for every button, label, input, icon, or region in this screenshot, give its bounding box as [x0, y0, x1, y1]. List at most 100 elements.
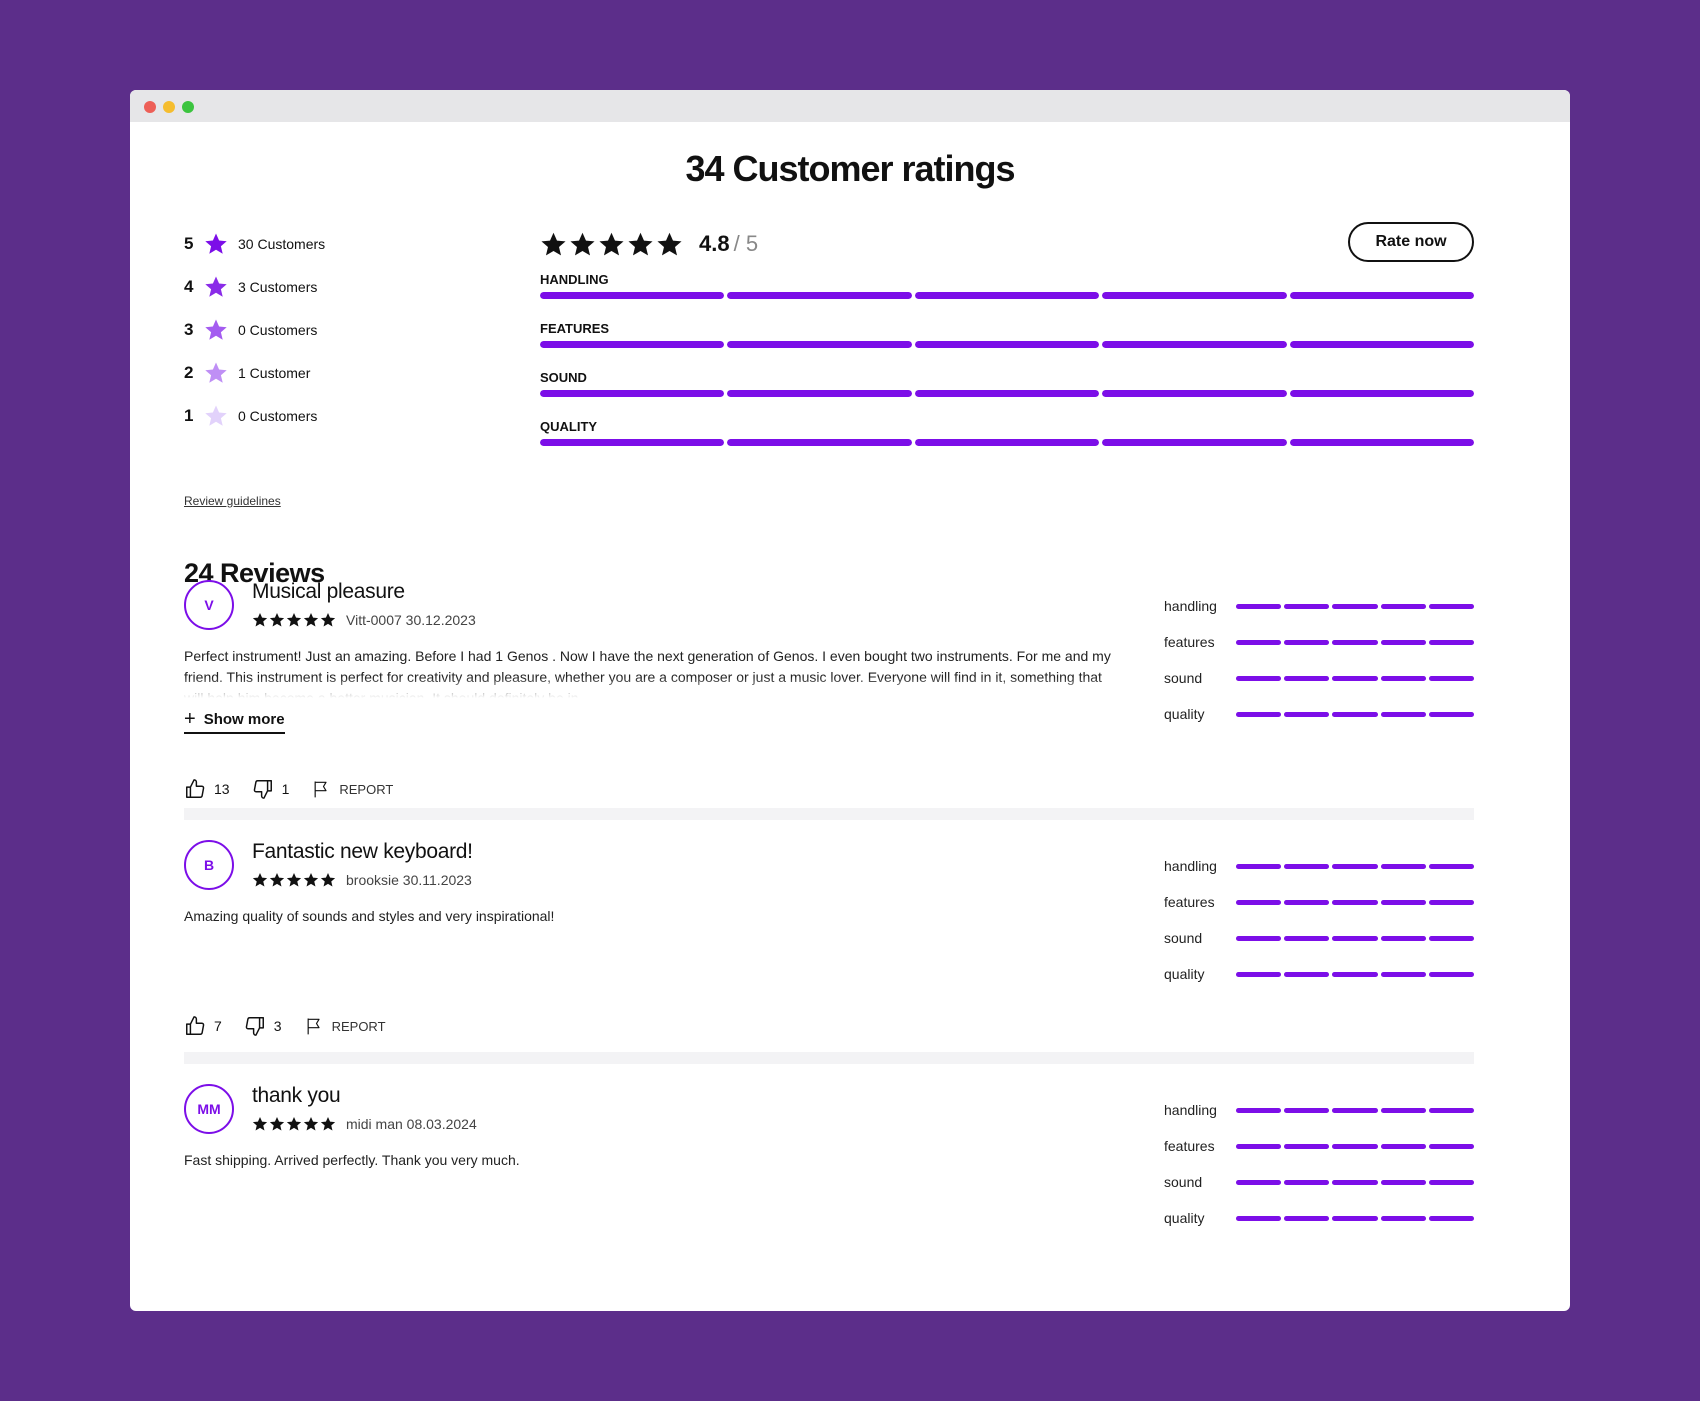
rating-bar-fill — [1236, 899, 1282, 905]
rating-bar-segment — [1428, 899, 1475, 905]
rating-bar-segment — [1284, 971, 1330, 977]
rating-bar-fill — [1102, 292, 1287, 299]
rating-distribution: 5 30 Customers 4 3 Customers 3 0 Custome… — [184, 222, 325, 437]
minimize-window-button[interactable] — [163, 101, 175, 113]
distribution-count: 0 Customers — [238, 407, 318, 424]
star-icon — [286, 1117, 302, 1131]
avatar: B — [184, 840, 234, 890]
rating-bar-fill — [1380, 1179, 1426, 1185]
average-rating: 4.8 — [699, 231, 730, 256]
rating-bar-segment — [1332, 1143, 1378, 1149]
rating-bar-segment — [1236, 863, 1282, 869]
distribution-star-number: 5 — [184, 233, 194, 253]
rating-bar-segment — [1428, 1179, 1475, 1185]
distribution-row[interactable]: 1 0 Customers — [184, 394, 325, 437]
distribution-row[interactable]: 5 30 Customers — [184, 222, 325, 265]
sub-rating-label: features — [1164, 634, 1215, 650]
rating-bar-fill — [1332, 935, 1378, 941]
rating-bar — [1236, 639, 1475, 645]
report-button[interactable]: REPORT — [311, 779, 393, 799]
show-more-button[interactable]: + Show more — [184, 709, 285, 734]
rating-bar-fill — [1332, 1107, 1378, 1113]
maximize-window-button[interactable] — [182, 101, 194, 113]
rating-bar-segment — [1284, 863, 1330, 869]
star-icon — [204, 231, 234, 257]
rating-bar-segment — [727, 341, 912, 348]
sub-rating-quality: quality — [1164, 956, 1475, 992]
rating-max: / 5 — [733, 231, 759, 256]
overall-rating: 4.8 / 5 Rate now HANDLING FEATURES SOUND QU… — [540, 222, 1475, 468]
star-icon — [269, 1117, 285, 1131]
rating-bar-fill — [1380, 863, 1426, 869]
rating-bar-fill — [1284, 899, 1330, 905]
not-helpful-button[interactable]: 1 — [252, 778, 289, 800]
rating-bar-segment — [1380, 711, 1426, 717]
rating-bar-segment — [1236, 899, 1282, 905]
rating-bar — [540, 341, 1475, 348]
review-sub-ratings: handling features sound quality — [1164, 588, 1475, 732]
rating-bar-segment — [1284, 899, 1330, 905]
thumbs-up-icon — [184, 1015, 214, 1037]
rating-bar-fill — [1284, 1143, 1330, 1149]
rating-bar-fill — [1284, 863, 1330, 869]
rating-bar-segment — [1284, 711, 1330, 717]
rating-bar-segment — [1102, 341, 1287, 348]
star-icon — [286, 873, 302, 887]
rating-bar-fill — [1428, 603, 1475, 609]
rating-bar-fill — [1284, 603, 1330, 609]
rating-bar-fill — [1284, 935, 1330, 941]
rating-bar — [1236, 899, 1475, 905]
review-body: Amazing quality of sounds and styles and… — [184, 908, 555, 924]
rating-bar-segment — [1236, 675, 1282, 681]
star-icon — [252, 873, 268, 887]
distribution-count: 3 Customers — [238, 278, 318, 295]
star-icon — [320, 1117, 336, 1131]
rating-bar — [1236, 935, 1475, 941]
review-guidelines-link[interactable]: Review guidelines — [184, 494, 281, 508]
helpful-button[interactable]: 13 — [184, 778, 230, 800]
rating-bar-fill — [1284, 1215, 1330, 1221]
rating-bar-segment — [1236, 971, 1282, 977]
star-icon — [204, 274, 234, 300]
sub-rating-label: sound — [1164, 670, 1203, 686]
page-title: 34 Customer ratings — [685, 148, 1015, 189]
rating-bar-fill — [1236, 1107, 1282, 1113]
rating-bar — [1236, 971, 1475, 977]
rating-bar-segment — [1284, 675, 1330, 681]
criterion-label: FEATURES — [540, 321, 610, 336]
close-window-button[interactable] — [144, 101, 156, 113]
distribution-row[interactable]: 4 3 Customers — [184, 265, 325, 308]
rating-bar-segment — [540, 341, 725, 348]
rate-now-button[interactable]: Rate now — [1348, 222, 1474, 262]
avatar: MM — [184, 1084, 234, 1134]
sub-rating-handling: handling — [1164, 1092, 1475, 1128]
distribution-star-number: 2 — [184, 362, 194, 382]
report-label: REPORT — [339, 781, 394, 797]
helpful-button[interactable]: 7 — [184, 1015, 222, 1037]
sub-rating-label: quality — [1164, 1210, 1205, 1226]
not-helpful-button[interactable]: 3 — [244, 1015, 282, 1037]
rating-bar-fill — [1428, 711, 1475, 717]
criterion-label: QUALITY — [540, 419, 598, 434]
distribution-row[interactable]: 2 1 Customer — [184, 351, 325, 394]
review-sub-ratings: handling features sound quality — [1164, 848, 1475, 992]
rating-bar-segment — [1236, 639, 1282, 645]
star-icon — [657, 232, 682, 255]
rating-bar-segment — [1380, 1179, 1426, 1185]
review-meta: midi man 08.03.2024 — [252, 1116, 477, 1132]
rating-bar-segment — [1380, 935, 1426, 941]
star-icon — [286, 613, 302, 627]
overall-rating-header: 4.8 / 5 Rate now — [540, 222, 1474, 266]
rating-bar-fill — [1380, 1107, 1426, 1113]
report-button[interactable]: REPORT — [304, 1016, 386, 1036]
thumbs-up-icon — [184, 778, 214, 800]
criteria-ratings: HANDLING FEATURES SOUND QUALITY — [540, 272, 1475, 446]
window-titlebar — [130, 90, 1570, 122]
rating-bar-fill — [1236, 863, 1282, 869]
rating-bar-segment — [1236, 935, 1282, 941]
distribution-row[interactable]: 3 0 Customers — [184, 308, 325, 351]
rating-bar-fill — [1284, 711, 1330, 717]
rating-bar-segment — [1332, 675, 1378, 681]
star-icon — [204, 360, 234, 386]
rating-bar-fill — [540, 341, 725, 348]
